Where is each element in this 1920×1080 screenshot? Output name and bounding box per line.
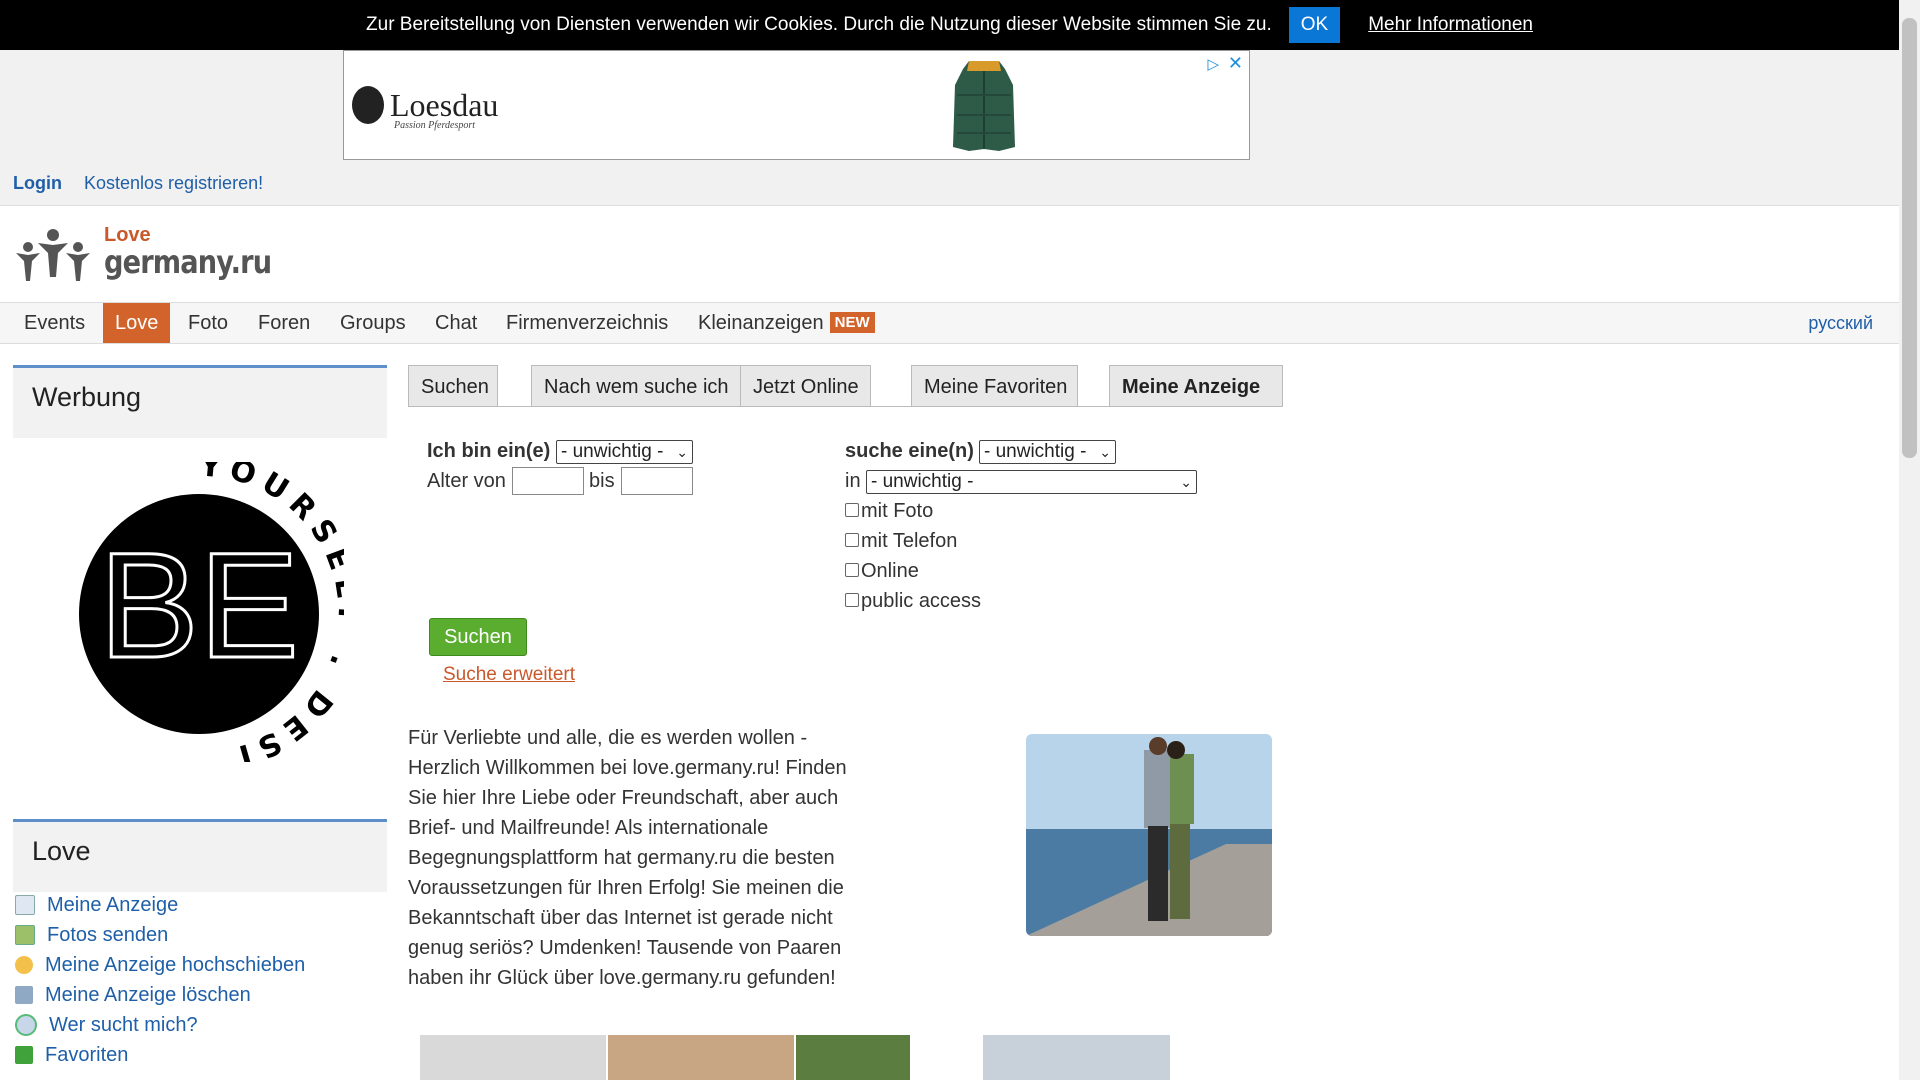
love-menu-item[interactable]: Meine Anzeige [15, 890, 375, 920]
people-logo-icon [16, 229, 90, 281]
logo-site-text: germany.ru [104, 243, 272, 281]
intro-text: Für Verliebte und alle, die es werden wo… [408, 727, 847, 989]
love-menu-link[interactable]: Meine Anzeige hochschieben [45, 954, 305, 977]
love-menu-link[interactable]: Meine Anzeige löschen [45, 984, 251, 1007]
checkbox-mit-telefon[interactable] [845, 533, 859, 547]
iam-select-value: - unwichtig - [561, 441, 664, 462]
nav-firmenverzeichnis[interactable]: Firmenverzeichnis [494, 303, 680, 343]
ad-crest-icon [352, 86, 384, 124]
sidebar-love-title: Love [32, 836, 91, 866]
checkbox-online[interactable] [845, 563, 859, 577]
cookie-ok-button[interactable]: OK [1288, 7, 1341, 43]
seek-label: suche eine(n) [845, 440, 974, 462]
photo-icon [15, 925, 35, 945]
nav-events[interactable]: Events [12, 303, 97, 343]
tab-favoriten[interactable]: Meine Favoriten [911, 365, 1078, 407]
checkbox-label: Online [861, 560, 919, 582]
couple-photo [1026, 734, 1272, 936]
love-menu: Meine Anzeige Fotos senden Meine Anzeige… [15, 890, 375, 1070]
age-to-label: bis [589, 470, 615, 492]
cookie-message: Zur Bereitstellung von Diensten verwende… [366, 14, 1272, 35]
tab-underline [408, 406, 1283, 407]
chevron-down-icon: ⌄ [1099, 444, 1111, 460]
seek-select[interactable]: - unwichtig - ⌄ [979, 440, 1116, 464]
chevron-down-icon: ⌄ [1180, 474, 1192, 490]
language-link[interactable]: русский [1808, 303, 1873, 343]
tab-jetzt-online[interactable]: Jetzt Online [740, 365, 871, 407]
profile-thumbnail[interactable] [608, 1035, 794, 1080]
site-logo[interactable]: Love germany.ru [14, 225, 301, 285]
nav-kleinanzeigen-label: Kleinanzeigen [698, 312, 824, 334]
love-menu-item[interactable]: Fotos senden [15, 920, 375, 950]
profile-thumbnail[interactable] [796, 1035, 910, 1080]
love-menu-item[interactable]: Favoriten [15, 1040, 375, 1070]
nav-love[interactable]: Love [103, 303, 171, 343]
sidebar-love-box: Love [13, 819, 387, 892]
ad-brand-name: Loesdau [390, 86, 499, 123]
sidebar-ads-box: Werbung [13, 365, 387, 438]
region-select[interactable]: - unwichtig - ⌄ [866, 470, 1197, 494]
love-menu-link[interactable]: Fotos senden [47, 924, 168, 947]
cookie-more-link[interactable]: Mehr Informationen [1368, 14, 1533, 36]
scrollbar-thumb[interactable] [1902, 18, 1917, 458]
nav-foren[interactable]: Foren [246, 303, 322, 343]
advanced-search-link[interactable]: Suche erweitert [443, 664, 575, 686]
document-icon [15, 895, 35, 915]
logo-love-text: Love [104, 224, 151, 246]
search-submit-button[interactable]: Suchen [429, 618, 527, 656]
be-yourself-ad[interactable]: BE YOURSELF . DESIGN [74, 462, 344, 762]
adchoices-icon[interactable]: ▷ [1207, 55, 1219, 73]
love-menu-link[interactable]: Wer sucht mich? [49, 1014, 198, 1037]
ad-brand-tagline: Passion Pferdesport [394, 120, 476, 131]
favorites-icon [15, 1046, 33, 1064]
ad-banner[interactable]: Loesdau Passion Pferdesport ▷ ✕ [343, 50, 1250, 160]
tab-nach-wem[interactable]: Nach wem suche ich [531, 365, 741, 407]
new-badge: NEW [829, 312, 875, 333]
iam-select[interactable]: - unwichtig - ⌄ [556, 440, 693, 464]
arrow-up-icon [15, 956, 33, 974]
header-area: Loesdau Passion Pferdesport ▷ ✕ Login Ko… [0, 50, 1899, 206]
tab-suchen[interactable]: Suchen [408, 365, 498, 407]
love-menu-item[interactable]: Meine Anzeige löschen [15, 980, 375, 1010]
register-link[interactable]: Kostenlos registrieren! [84, 173, 263, 193]
ad-close-icon[interactable]: ✕ [1228, 53, 1243, 74]
main-nav: Events Love Foto Foren Groups Chat Firme… [0, 302, 1899, 344]
profile-thumbnail[interactable] [420, 1035, 606, 1080]
chevron-down-icon: ⌄ [676, 444, 688, 460]
auth-links: Login Kostenlos registrieren! [13, 173, 263, 194]
login-link[interactable]: Login [13, 173, 62, 193]
love-menu-link[interactable]: Meine Anzeige [47, 894, 178, 917]
nav-kleinanzeigen[interactable]: Kleinanzeigen NEW [686, 303, 887, 343]
checkbox-mit-foto[interactable] [845, 503, 859, 517]
trash-icon [15, 986, 33, 1004]
be-big-text: BE [99, 521, 299, 689]
tab-meine-anzeige[interactable]: Meine Anzeige [1109, 365, 1283, 407]
love-menu-item[interactable]: Wer sucht mich? [15, 1010, 375, 1040]
cookie-banner: Zur Bereitstellung von Diensten verwende… [0, 0, 1899, 50]
profile-thumbnail[interactable] [983, 1035, 1170, 1080]
age-to-input[interactable] [621, 467, 693, 495]
nav-foto[interactable]: Foto [176, 303, 240, 343]
seek-select-value: - unwichtig - [984, 441, 1087, 462]
checkbox-public-access[interactable] [845, 593, 859, 607]
region-select-value: - unwichtig - [871, 471, 974, 492]
age-from-input[interactable] [512, 467, 584, 495]
nav-groups[interactable]: Groups [328, 303, 418, 343]
checkbox-label: mit Foto [861, 500, 934, 522]
ad-brand: Loesdau Passion Pferdesport [352, 86, 499, 131]
age-from-label: Alter von [427, 470, 506, 492]
nav-chat[interactable]: Chat [423, 303, 489, 343]
iam-label: Ich bin ein(e) [427, 440, 551, 462]
checkbox-label: public access [861, 590, 982, 612]
checkbox-label: mit Telefon [861, 530, 958, 552]
love-menu-link[interactable]: Favoriten [45, 1044, 128, 1067]
page-scrollbar[interactable] [1899, 0, 1920, 1080]
in-label: in [845, 470, 861, 492]
search-icon [15, 1014, 37, 1036]
sidebar-ads-title: Werbung [32, 382, 142, 412]
jacket-image [953, 61, 1015, 151]
love-menu-item[interactable]: Meine Anzeige hochschieben [15, 950, 375, 980]
